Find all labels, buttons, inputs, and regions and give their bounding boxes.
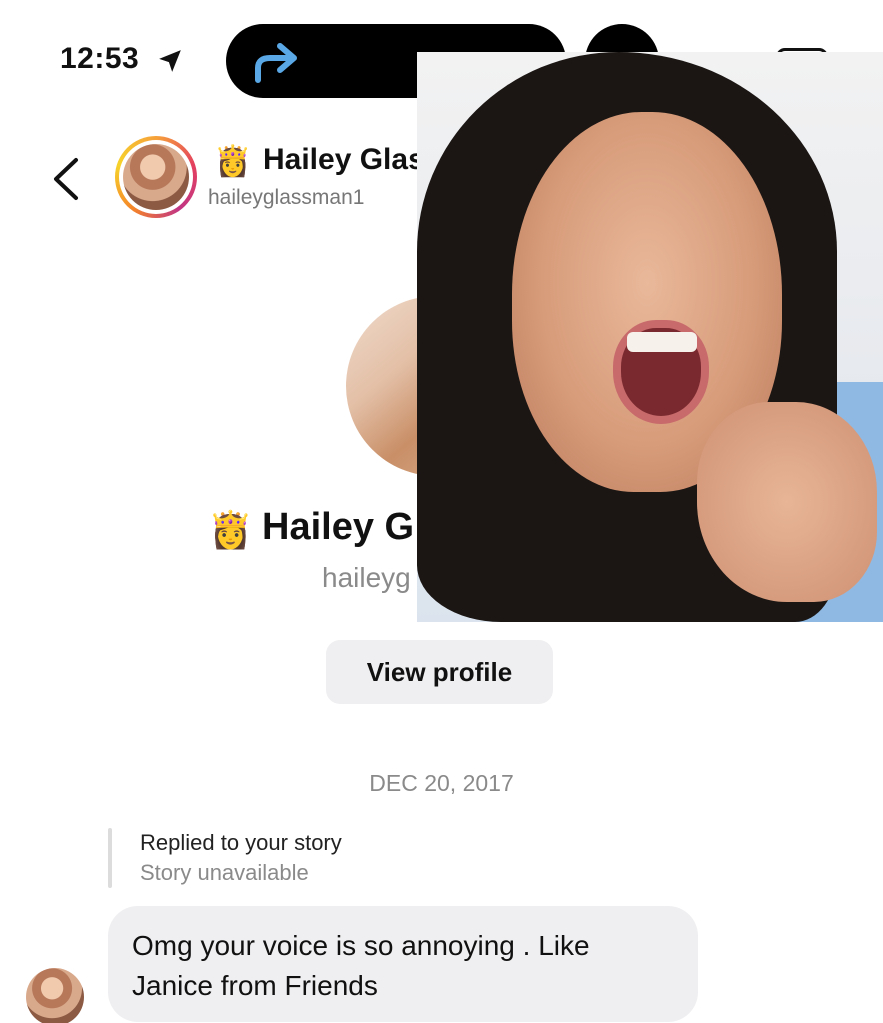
back-chevron-icon[interactable] (48, 154, 82, 204)
view-profile-button[interactable]: View profile (326, 640, 553, 704)
message-bubble[interactable]: Omg your voice is so annoying . Like Jan… (108, 906, 698, 1022)
reply-indicator-bar (108, 828, 112, 888)
profile-handle: haileyg (322, 562, 411, 593)
message-text-line: Omg your voice is so annoying . Like (132, 930, 590, 961)
princess-emoji-icon: 👸 (208, 509, 253, 550)
share-arrow-icon[interactable] (250, 40, 302, 84)
sender-avatar[interactable] (26, 968, 84, 1023)
location-arrow-icon (159, 50, 181, 72)
header-handle: haileyglassman1 (208, 186, 365, 209)
face-cam-overlay (417, 52, 883, 622)
reply-context-subtitle: Story unavailable (140, 860, 309, 885)
reply-context-title: Replied to your story (140, 830, 342, 855)
profile-name: Hailey G (262, 506, 415, 548)
princess-emoji-icon: 👸 (214, 145, 252, 178)
date-divider: DEC 20, 2017 (369, 770, 514, 796)
status-time: 12:53 (60, 42, 140, 75)
message-text-line: Janice from Friends (132, 970, 378, 1001)
header-avatar[interactable] (115, 136, 197, 218)
